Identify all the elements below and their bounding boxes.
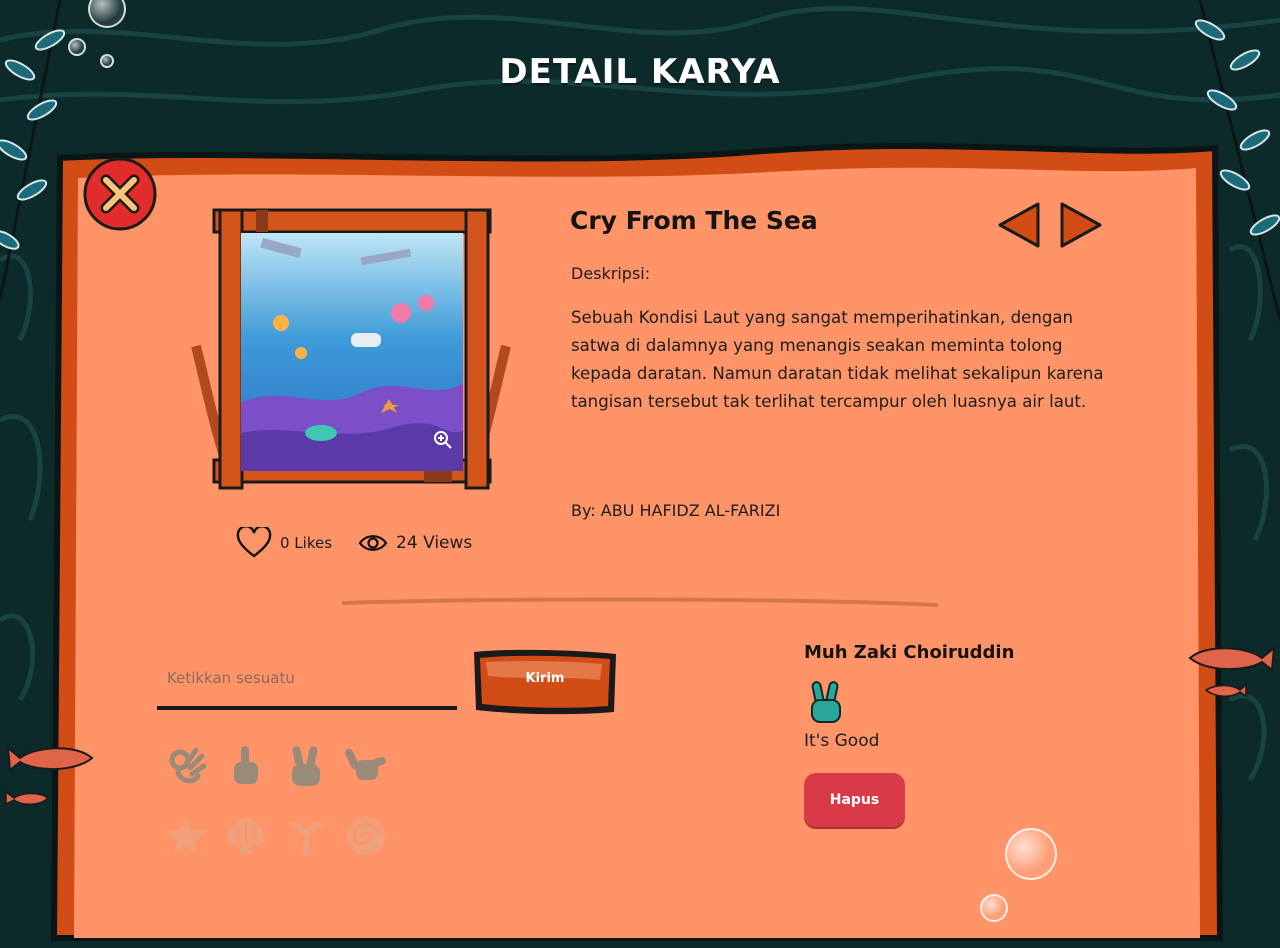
pointing-up-icon[interactable] <box>224 744 268 788</box>
fish-icon <box>1188 645 1276 698</box>
close-button[interactable] <box>82 156 158 232</box>
likes-count: 0 Likes <box>280 534 333 552</box>
page-title: DETAIL KARYA <box>499 52 781 92</box>
next-arrow-icon[interactable] <box>1056 200 1106 250</box>
peace-hand-icon <box>811 681 841 723</box>
artwork-stats: 0 Likes 24 Views <box>236 527 472 559</box>
starfish-icon[interactable] <box>164 814 208 858</box>
likes-stat[interactable]: 0 Likes <box>236 527 332 559</box>
artwork-image[interactable] <box>241 233 463 471</box>
comment-author: Muh Zaki Choiruddin <box>804 642 1015 663</box>
comment-form <box>157 650 457 716</box>
nautilus-icon[interactable] <box>344 814 388 858</box>
whale-tail-icon[interactable] <box>284 814 328 858</box>
artwork-description: Sebuah Kondisi Laut yang sangat memperih… <box>571 308 1104 411</box>
previous-arrow-icon[interactable] <box>994 200 1044 250</box>
fish-icon <box>5 745 94 806</box>
artwork-navigation <box>994 200 1106 250</box>
shell-icon[interactable] <box>224 814 268 858</box>
artwork-author: By: ABU HAFIDZ AL-FARIZI <box>571 501 781 520</box>
delete-comment-button[interactable]: Hapus <box>804 773 905 827</box>
bubble <box>980 894 1008 922</box>
artwork-frame <box>186 206 516 490</box>
peace-hand-icon[interactable] <box>284 744 328 788</box>
comment-input[interactable] <box>157 650 457 710</box>
ok-hand-icon[interactable] <box>164 744 208 788</box>
eye-icon <box>358 535 388 551</box>
views-stat: 24 Views <box>358 532 472 554</box>
views-count: 24 Views <box>396 533 473 553</box>
artwork-title: Cry From The Sea <box>570 206 818 235</box>
send-button-label: Kirim <box>525 671 565 686</box>
send-button[interactable]: Kirim <box>470 646 620 716</box>
heart-icon[interactable] <box>236 527 272 559</box>
section-divider <box>342 597 938 607</box>
description-label: Deskripsi: <box>571 264 651 283</box>
bubble <box>1005 828 1057 880</box>
zoom-in-icon[interactable] <box>433 430 453 450</box>
comment-text: It's Good <box>804 731 880 751</box>
emoji-picker <box>164 744 386 858</box>
shaka-hand-icon[interactable] <box>344 744 388 788</box>
